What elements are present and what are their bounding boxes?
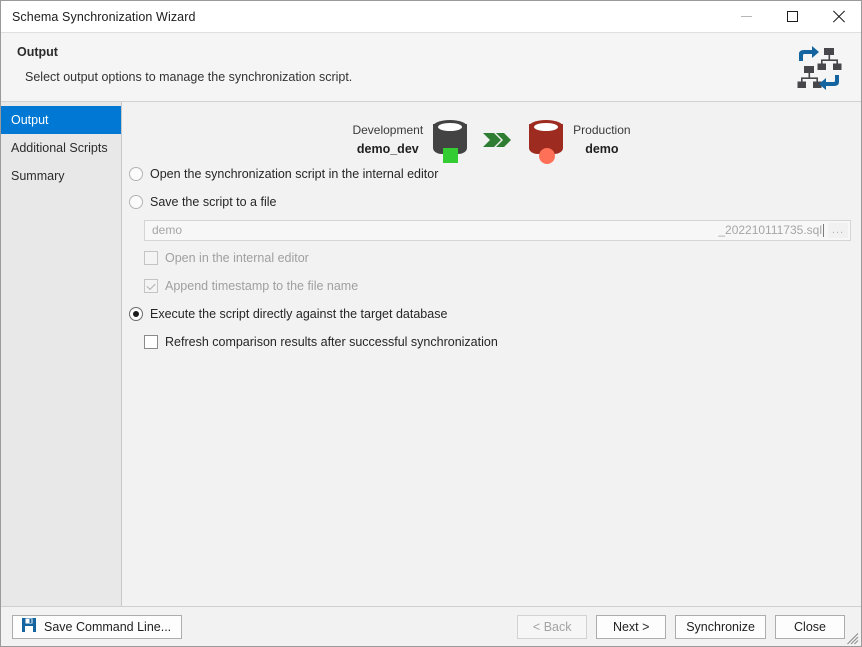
synchronize-button[interactable]: Synchronize [675, 614, 766, 639]
radio-open-in-editor[interactable] [129, 167, 143, 181]
option-execute-directly[interactable]: Execute the script directly against the … [122, 300, 861, 328]
checkbox-open-in-internal-editor[interactable] [144, 251, 158, 265]
option-label: Save the script to a file [150, 195, 277, 209]
page-subtitle: Select output options to manage the sync… [25, 70, 353, 84]
file-path-input[interactable]: demo _202210111735.sql ... [144, 219, 851, 241]
window-titlebar: Schema Synchronization Wizard [1, 1, 861, 32]
sync-direction-arrow [467, 129, 529, 151]
minimize-icon [740, 16, 752, 17]
wizard-content: Development demo_dev Production demo Ope… [122, 102, 861, 606]
option-sub-open-in-editor[interactable]: Open in the internal editor [122, 244, 861, 272]
option-save-to-file[interactable]: Save the script to a file [122, 188, 861, 216]
window-title: Schema Synchronization Wizard [12, 9, 196, 24]
option-refresh-after-sync[interactable]: Refresh comparison results after success… [122, 328, 861, 356]
close-dialog-button[interactable]: Close [775, 614, 845, 639]
floppy-disk-icon [22, 618, 36, 635]
wizard-body: Output Additional Scripts Summary Develo… [1, 102, 861, 606]
back-button[interactable]: < Back [517, 614, 588, 639]
file-path-suffix: _202210111735.sql [718, 223, 822, 237]
maximize-icon [786, 11, 798, 22]
sidebar-item-label: Summary [11, 169, 65, 183]
option-label: Open the synchronization script in the i… [150, 167, 439, 181]
radio-execute-directly[interactable] [129, 307, 143, 321]
output-options-group: Open the synchronization script in the i… [122, 160, 861, 356]
save-command-line-button[interactable]: Save Command Line... [12, 614, 183, 639]
option-label: Execute the script directly against the … [150, 307, 448, 321]
close-dialog-label: Close [794, 619, 826, 634]
schema-sync-wizard-window: Schema Synchronization Wizard Output Sel… [0, 0, 862, 647]
maximize-button[interactable] [769, 1, 815, 32]
browse-button[interactable]: ... [828, 222, 848, 238]
back-label: < Back [532, 619, 572, 634]
page-title: Output [17, 45, 58, 59]
source-database-name: demo_dev [356, 141, 419, 156]
option-label: Refresh comparison results after success… [165, 335, 498, 349]
next-label: Next > [612, 619, 650, 634]
wizard-steps-sidebar: Output Additional Scripts Summary [1, 102, 122, 606]
footer-nav-buttons: < Back Next > Synchronize Close [517, 614, 850, 639]
sidebar-item-additional-scripts[interactable]: Additional Scripts [1, 134, 121, 162]
sidebar-item-output[interactable]: Output [1, 106, 121, 134]
option-append-timestamp[interactable]: Append timestamp to the file name [122, 272, 861, 300]
save-command-line-label: Save Command Line... [44, 619, 172, 634]
option-label: Open in the internal editor [165, 251, 309, 265]
close-button[interactable] [815, 1, 861, 32]
option-label: Append timestamp to the file name [165, 279, 359, 293]
text-caret [823, 223, 824, 237]
minimize-button[interactable] [723, 1, 769, 32]
next-button[interactable]: Next > [596, 614, 667, 639]
target-database-name: demo [585, 141, 619, 156]
target-database-role: Production [573, 123, 631, 138]
file-path-row: demo _202210111735.sql ... [122, 216, 861, 244]
close-icon [832, 10, 845, 23]
file-path-suffix-wrap: _202210111735.sql [718, 223, 824, 237]
database-icon [529, 120, 564, 164]
arrow-right-icon [483, 133, 512, 147]
schema-sync-icon [795, 44, 843, 92]
checkbox-refresh-comparison[interactable] [144, 335, 158, 349]
wizard-footer: Save Command Line... < Back Next > Synch… [1, 606, 861, 646]
option-open-in-editor[interactable]: Open the synchronization script in the i… [122, 160, 861, 188]
wizard-header: Output Select output options to manage t… [1, 32, 861, 102]
sidebar-item-label: Output [11, 113, 49, 127]
source-database: Development demo_dev [342, 120, 468, 163]
synchronize-label: Synchronize [686, 619, 755, 634]
source-database-role: Development [352, 123, 424, 138]
radio-save-to-file[interactable] [129, 195, 143, 209]
resize-grip-icon[interactable] [846, 632, 859, 645]
file-path-prefix: demo [152, 223, 183, 237]
database-icon [433, 120, 468, 163]
sidebar-item-label: Additional Scripts [11, 141, 108, 155]
window-controls [723, 1, 861, 32]
checkbox-append-timestamp[interactable] [144, 279, 158, 293]
sidebar-item-summary[interactable]: Summary [1, 162, 121, 190]
target-database: Production demo [529, 120, 640, 164]
